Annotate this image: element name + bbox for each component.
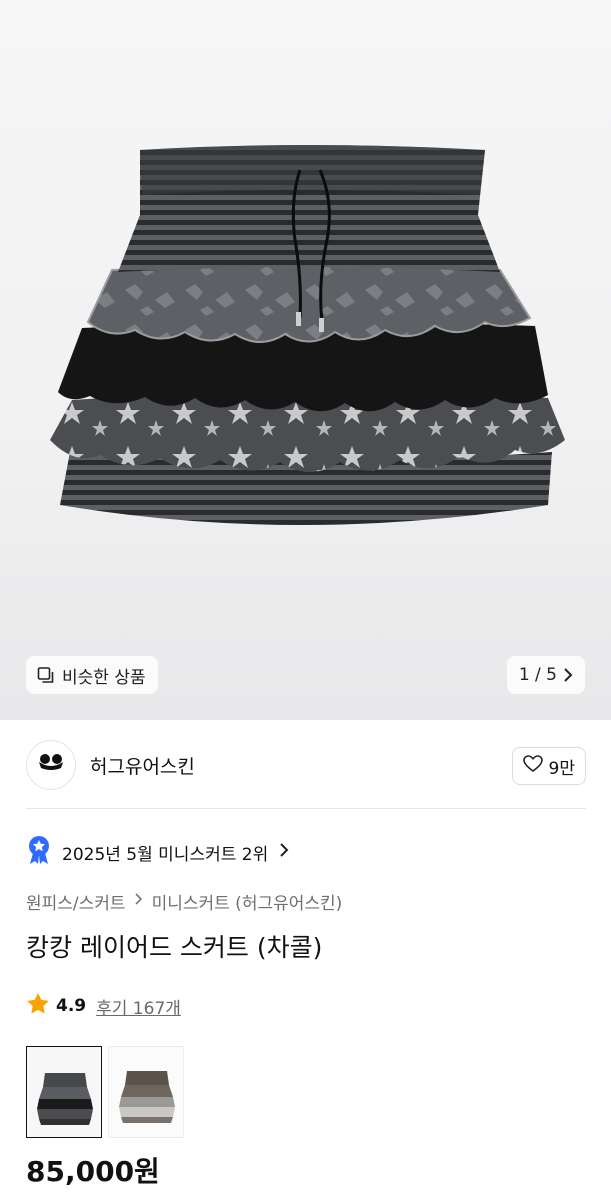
section-divider	[26, 808, 586, 809]
ranking-text: 2025년 5월 미니스커트 2위	[62, 844, 269, 865]
like-count: 9만	[548, 758, 575, 779]
similar-items-icon	[36, 665, 56, 685]
product-title: 캉캉 레이어드 스커트 (차콜)	[26, 933, 323, 962]
similar-items-button[interactable]: 비슷한 상품	[26, 656, 158, 694]
product-image	[50, 145, 565, 525]
rating-value: 4.9	[56, 996, 87, 1016]
brand-logo[interactable]	[26, 740, 76, 790]
chevron-right-icon	[278, 842, 290, 863]
color-options	[26, 1046, 184, 1138]
color-option-brown[interactable]	[108, 1046, 184, 1138]
review-link[interactable]: 후기 167개	[96, 994, 181, 1019]
image-counter[interactable]: 1 / 5	[506, 656, 585, 694]
breadcrumb-subcategory[interactable]: 미니스커트 (허그유어스킨)	[152, 889, 343, 914]
ranking-link[interactable]: 2025년 5월 미니스커트 2위	[26, 835, 290, 870]
swatch-image-charcoal	[27, 1047, 101, 1137]
similar-items-label: 비슷한 상품	[62, 667, 146, 688]
breadcrumb: 원피스/스커트 미니스커트 (허그유어스킨)	[26, 888, 342, 914]
rating-row: 4.9 후기 167개	[26, 992, 181, 1020]
breadcrumb-category[interactable]: 원피스/스커트	[26, 889, 126, 914]
brand-logo-mark	[39, 754, 63, 770]
heart-outline-icon	[522, 754, 543, 778]
color-option-charcoal[interactable]	[26, 1046, 102, 1138]
brand-row: 허그유어스킨 9만	[26, 740, 586, 790]
product-image-carousel[interactable]: 비슷한 상품 1 / 5	[0, 0, 611, 720]
product-price: 85,000원	[26, 1155, 160, 1188]
star-icon	[26, 992, 50, 1020]
ranking-badge-icon	[26, 835, 52, 870]
chevron-right-icon	[134, 891, 144, 911]
chevron-right-icon	[561, 667, 575, 683]
swatch-image-brown	[109, 1047, 183, 1137]
like-button[interactable]: 9만	[511, 747, 586, 785]
brand-name[interactable]: 허그유어스킨	[90, 752, 195, 779]
image-counter-text: 1 / 5	[518, 665, 557, 685]
